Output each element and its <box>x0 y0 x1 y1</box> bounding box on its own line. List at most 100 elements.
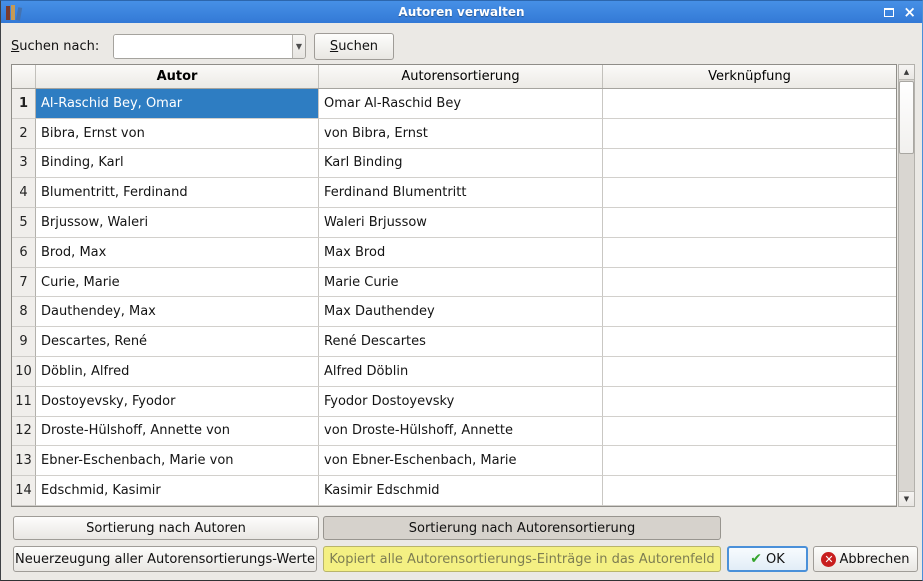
cell-autorensortierung[interactable]: Ferdinand Blumentritt <box>319 178 603 209</box>
table-row: 13 Ebner-Eschenbach, Marie von von Ebner-E… <box>12 446 896 477</box>
table-row: 1 Al-Raschid Bey, Omar Omar Al-Raschid Bey <box>12 89 896 119</box>
cell-verknuepfung[interactable] <box>603 476 896 506</box>
row-number[interactable]: 7 <box>12 267 36 298</box>
cell-autorensortierung[interactable]: Fyodor Dostoyevsky <box>319 386 603 417</box>
cell-verknuepfung[interactable] <box>603 297 896 328</box>
row-number[interactable]: 14 <box>12 476 36 506</box>
cell-autorensortierung[interactable]: Marie Curie <box>319 267 603 298</box>
cell-verknuepfung[interactable] <box>603 178 896 209</box>
cell-verknuepfung[interactable] <box>603 416 896 447</box>
cell-verknuepfung[interactable] <box>603 89 896 119</box>
cell-autor[interactable]: Blumentritt, Ferdinand <box>36 178 319 209</box>
row-number[interactable]: 13 <box>12 446 36 477</box>
row-number[interactable]: 9 <box>12 327 36 358</box>
table-body: 1 Al-Raschid Bey, Omar Omar Al-Raschid Bey… <box>12 89 896 506</box>
cell-verknuepfung[interactable] <box>603 446 896 477</box>
cell-verknuepfung[interactable] <box>603 208 896 238</box>
dialog-autoren-verwalten: Autoren verwalten × Suchen nach: ▼ Suche… <box>0 0 923 581</box>
cell-autor[interactable]: Ebner-Eschenbach, Marie von <box>36 446 319 477</box>
maximize-icon[interactable] <box>884 7 895 17</box>
cell-autor[interactable]: Al-Raschid Bey, Omar <box>36 89 319 119</box>
cell-autor[interactable]: Binding, Karl <box>36 148 319 179</box>
cell-autor[interactable]: Brjussow, Waleri <box>36 208 319 238</box>
scrollbar-thumb[interactable] <box>899 81 914 154</box>
table-row: 9 Descartes, René René Descartes <box>12 327 896 358</box>
checkmark-icon: ✔ <box>750 551 762 567</box>
cell-autor[interactable]: Edschmid, Kasimir <box>36 476 319 506</box>
column-header-verknuepfung[interactable]: Verknüpfung <box>603 65 896 88</box>
table-row: 12 Droste-Hülshoff, Annette von von Droste… <box>12 416 896 447</box>
cell-autor[interactable]: Droste-Hülshoff, Annette von <box>36 416 319 447</box>
scroll-up-icon[interactable]: ▲ <box>899 65 914 80</box>
table-row: 5 Brjussow, Waleri Waleri Brjussow <box>12 208 896 238</box>
cell-autor[interactable]: Dauthendey, Max <box>36 297 319 328</box>
combo-dropdown-button[interactable]: ▼ <box>292 35 305 58</box>
cell-autor[interactable]: Brod, Max <box>36 237 319 268</box>
row-number[interactable]: 10 <box>12 357 36 387</box>
cell-autorensortierung[interactable]: Karl Binding <box>319 148 603 179</box>
chevron-down-icon: ▼ <box>295 42 303 51</box>
cell-autor[interactable]: Curie, Marie <box>36 267 319 298</box>
sort-by-author-sort-button[interactable]: Sortierung nach Autorensortierung <box>323 516 721 540</box>
window-title: Autoren verwalten <box>398 5 525 19</box>
table-row: 6 Brod, Max Max Brod <box>12 237 896 268</box>
recalculate-author-sort-button[interactable]: Neuerzeugung aller Autorensortierungs-We… <box>13 546 317 572</box>
vertical-scrollbar[interactable]: ▲ ▼ <box>898 64 915 507</box>
table-row: 7 Curie, Marie Marie Curie <box>12 267 896 298</box>
row-number[interactable]: 3 <box>12 148 36 179</box>
table-header: Autor Autorensortierung Verknüpfung <box>12 65 896 89</box>
table-row: 2 Bibra, Ernst von von Bibra, Ernst <box>12 118 896 149</box>
cell-verknuepfung[interactable] <box>603 357 896 387</box>
row-number[interactable]: 6 <box>12 237 36 268</box>
cell-autorensortierung[interactable]: von Bibra, Ernst <box>319 118 603 149</box>
cell-autorensortierung[interactable]: Max Brod <box>319 237 603 268</box>
search-input[interactable] <box>114 35 292 58</box>
header-corner[interactable] <box>12 65 36 88</box>
cell-verknuepfung[interactable] <box>603 118 896 149</box>
table-row: 10 Döblin, Alfred Alfred Döblin <box>12 357 896 387</box>
cell-autorensortierung[interactable]: Max Dauthendey <box>319 297 603 328</box>
cell-verknuepfung[interactable] <box>603 237 896 268</box>
cell-verknuepfung[interactable] <box>603 267 896 298</box>
row-number[interactable]: 8 <box>12 297 36 328</box>
table-row: 8 Dauthendey, Max Max Dauthendey <box>12 297 896 328</box>
cell-verknuepfung[interactable] <box>603 148 896 179</box>
search-label: Suchen nach: <box>11 39 100 54</box>
search-combobox[interactable]: ▼ <box>113 34 306 59</box>
calibre-books-icon <box>6 4 24 21</box>
ok-button[interactable]: ✔ OK <box>727 546 808 572</box>
column-header-autor[interactable]: Autor <box>36 65 319 88</box>
cancel-x-icon: ✕ <box>821 551 837 567</box>
cell-autorensortierung[interactable]: von Droste-Hülshoff, Annette <box>319 416 603 447</box>
row-number[interactable]: 12 <box>12 416 36 447</box>
column-header-autorensortierung[interactable]: Autorensortierung <box>319 65 603 88</box>
row-number[interactable]: 1 <box>12 89 36 119</box>
sort-by-authors-button[interactable]: Sortierung nach Autoren <box>13 516 319 540</box>
copy-author-sort-to-author-button[interactable]: Kopiert alle Autorensortierungs-Einträge… <box>323 546 721 572</box>
scroll-down-icon[interactable]: ▼ <box>899 491 914 506</box>
cell-autor[interactable]: Dostoyevsky, Fyodor <box>36 386 319 417</box>
row-number[interactable]: 11 <box>12 386 36 417</box>
cell-autorensortierung[interactable]: Alfred Döblin <box>319 357 603 387</box>
row-number[interactable]: 4 <box>12 178 36 209</box>
titlebar[interactable]: Autoren verwalten × <box>1 1 922 23</box>
table-row: 4 Blumentritt, Ferdinand Ferdinand Blument… <box>12 178 896 209</box>
cell-verknuepfung[interactable] <box>603 327 896 358</box>
table-row: 3 Binding, Karl Karl Binding <box>12 148 896 179</box>
row-number[interactable]: 2 <box>12 118 36 149</box>
authors-table: Autor Autorensortierung Verknüpfung 1 Al-… <box>11 64 897 507</box>
cell-autor[interactable]: Bibra, Ernst von <box>36 118 319 149</box>
cell-autorensortierung[interactable]: Waleri Brjussow <box>319 208 603 238</box>
row-number[interactable]: 5 <box>12 208 36 238</box>
cell-autorensortierung[interactable]: Kasimir Edschmid <box>319 476 603 506</box>
cell-autorensortierung[interactable]: von Ebner-Eschenbach, Marie <box>319 446 603 477</box>
close-icon[interactable]: × <box>903 4 916 20</box>
cell-autor[interactable]: Descartes, René <box>36 327 319 358</box>
cell-autorensortierung[interactable]: René Descartes <box>319 327 603 358</box>
cell-autor[interactable]: Döblin, Alfred <box>36 357 319 387</box>
table-row: 14 Edschmid, Kasimir Kasimir Edschmid <box>12 476 896 506</box>
cancel-button[interactable]: ✕ Abbrechen <box>813 546 918 572</box>
cell-autorensortierung[interactable]: Omar Al-Raschid Bey <box>319 89 603 119</box>
search-button[interactable]: Suchen <box>314 33 394 60</box>
cell-verknuepfung[interactable] <box>603 386 896 417</box>
